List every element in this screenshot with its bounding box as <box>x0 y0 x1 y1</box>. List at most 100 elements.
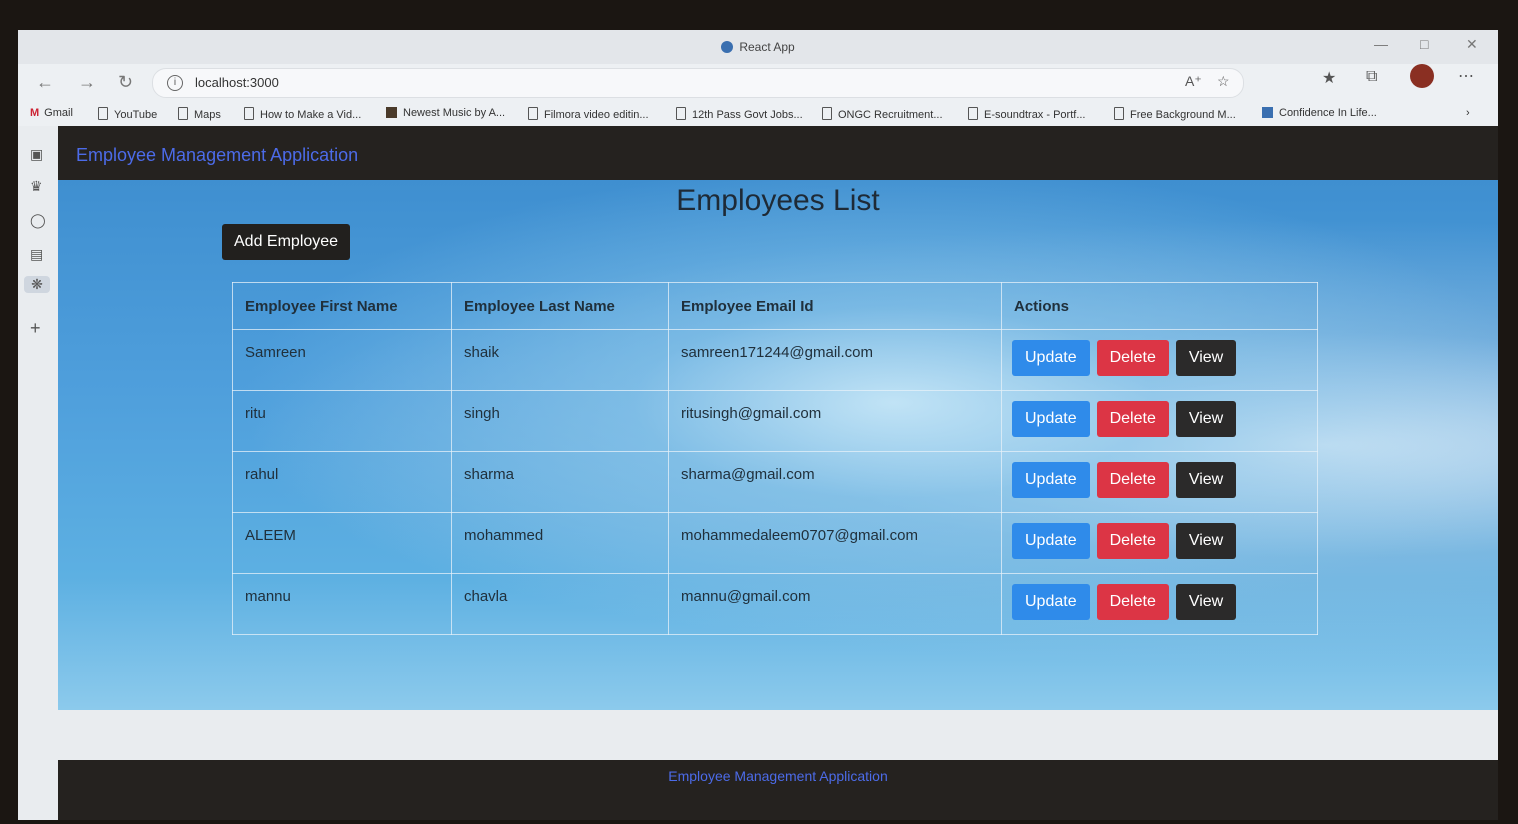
thumbnail-icon <box>1262 107 1273 118</box>
bookmark-label: Maps <box>194 109 221 121</box>
column-header: Employee Email Id <box>668 282 1002 330</box>
teams-icon[interactable]: ♛ <box>30 178 43 195</box>
first-name-cell: Samreen <box>232 329 452 391</box>
view-button[interactable]: View <box>1175 523 1237 559</box>
address-bar[interactable]: i localhost:3000 A⁺ ☆ <box>152 68 1244 98</box>
page-icon <box>676 107 686 120</box>
bookmark-youtube[interactable]: YouTube <box>98 107 157 121</box>
table-row: ritu singh ritusingh@gmail.com Update Del… <box>232 390 1318 452</box>
react-logo-icon <box>721 41 734 53</box>
actions-cell: Update Delete View <box>1001 390 1318 452</box>
table-row: Samreen shaik samreen171244@gmail.com Up… <box>232 329 1318 391</box>
bookmark-label: 12th Pass Govt Jobs... <box>692 109 803 121</box>
page-icon <box>1114 107 1124 120</box>
table-row: ALEEM mohammed mohammedaleem0707@gmail.c… <box>232 512 1318 574</box>
bookmark-label: Free Background M... <box>1130 109 1236 121</box>
github-icon[interactable]: ◯ <box>30 212 46 229</box>
last-name-cell: shaik <box>451 329 669 391</box>
gmail-icon: M <box>30 107 40 119</box>
bookmark-how-to[interactable]: How to Make a Vid... <box>244 107 361 121</box>
actions-cell: Update Delete View <box>1001 512 1318 574</box>
page-icon <box>968 107 978 120</box>
site-info-icon[interactable]: i <box>167 75 183 91</box>
address-row: ← → ↻ i localhost:3000 A⁺ ☆ ★ ⧉ ⋯ <box>18 64 1498 102</box>
app-viewport: Employee Management Application Employee… <box>58 126 1498 820</box>
last-name-cell: chavla <box>451 573 669 635</box>
footer-text: Employee Management Application <box>668 768 888 784</box>
employees-table: Employee First Name Employee Last Name E… <box>232 282 1318 635</box>
delete-button[interactable]: Delete <box>1096 340 1169 376</box>
table-row: mannu chavla mannu@gmail.com Update Delet… <box>232 573 1318 635</box>
page-icon <box>822 107 832 120</box>
page-icon <box>528 107 538 120</box>
refresh-icon[interactable]: ↻ <box>118 72 133 93</box>
column-header: Actions <box>1001 282 1318 330</box>
view-button[interactable]: View <box>1175 401 1237 437</box>
bookmark-govt-jobs[interactable]: 12th Pass Govt Jobs... <box>676 107 803 121</box>
bookmark-filmora[interactable]: Filmora video editin... <box>528 107 649 121</box>
last-name-cell: sharma <box>451 451 669 513</box>
first-name-cell: rahul <box>232 451 452 513</box>
email-cell: ritusingh@gmail.com <box>668 390 1002 452</box>
first-name-cell: ritu <box>232 390 452 452</box>
bookmark-label: Filmora video editin... <box>544 109 649 121</box>
bookmark-ongc[interactable]: ONGC Recruitment... <box>822 107 943 121</box>
page-icon <box>98 107 108 120</box>
first-name-cell: mannu <box>232 573 452 635</box>
window-title: React App <box>18 40 1498 54</box>
bookmark-confidence[interactable]: Confidence In Life... <box>1262 107 1377 119</box>
react-tab-icon[interactable]: ❋ <box>24 276 50 293</box>
delete-button[interactable]: Delete <box>1096 523 1169 559</box>
page-title: Employees List <box>676 184 880 217</box>
tabs-icon[interactable]: ▣ <box>30 146 43 163</box>
bookmarks-bar: M Gmail YouTube Maps How to Make a Vid...… <box>18 102 1498 126</box>
app-navbar: Employee Management Application <box>58 126 1498 180</box>
update-button[interactable]: Update <box>1012 462 1090 498</box>
minimize-icon[interactable]: — <box>1374 36 1388 52</box>
update-button[interactable]: Update <box>1012 584 1090 620</box>
bookmark-background[interactable]: Free Background M... <box>1114 107 1236 121</box>
close-icon[interactable]: ✕ <box>1466 36 1478 53</box>
update-button[interactable]: Update <box>1012 340 1090 376</box>
update-button[interactable]: Update <box>1012 523 1090 559</box>
actions-cell: Update Delete View <box>1001 329 1318 391</box>
view-button[interactable]: View <box>1175 462 1237 498</box>
bookmark-esoundtrax[interactable]: E-soundtrax - Portf... <box>968 107 1085 121</box>
collections-icon[interactable]: ⧉ <box>1366 68 1377 86</box>
add-favorite-icon[interactable]: ☆ <box>1217 73 1230 90</box>
table-header-row: Employee First Name Employee Last Name E… <box>232 282 1318 330</box>
actions-cell: Update Delete View <box>1001 451 1318 513</box>
actions-cell: Update Delete View <box>1001 573 1318 635</box>
last-name-cell: singh <box>451 390 669 452</box>
bookmarks-more-icon[interactable]: › <box>1466 107 1470 119</box>
add-icon[interactable]: + <box>30 318 41 339</box>
url-text[interactable]: localhost:3000 <box>195 75 279 90</box>
update-button[interactable]: Update <box>1012 401 1090 437</box>
bookmark-label: How to Make a Vid... <box>260 109 362 121</box>
bookmark-music[interactable]: Newest Music by A... <box>386 107 505 119</box>
page-icon <box>178 107 188 120</box>
profile-avatar[interactable] <box>1410 64 1434 88</box>
calendar-icon[interactable]: ▤ <box>30 246 43 263</box>
first-name-cell: ALEEM <box>232 512 452 574</box>
view-button[interactable]: View <box>1175 340 1237 376</box>
delete-button[interactable]: Delete <box>1096 401 1169 437</box>
more-menu-icon[interactable]: ⋯ <box>1458 66 1474 86</box>
maximize-icon[interactable]: □ <box>1420 36 1428 52</box>
view-button[interactable]: View <box>1175 584 1237 620</box>
window-title-text: React App <box>739 40 795 54</box>
bookmark-maps[interactable]: Maps <box>178 107 221 121</box>
delete-button[interactable]: Delete <box>1096 462 1169 498</box>
favorites-icon[interactable]: ★ <box>1322 68 1336 88</box>
add-employee-button[interactable]: Add Employee <box>222 224 351 260</box>
forward-icon[interactable]: → <box>78 72 96 93</box>
back-icon[interactable]: ← <box>36 72 54 93</box>
read-aloud-icon[interactable]: A⁺ <box>1185 73 1202 90</box>
delete-button[interactable]: Delete <box>1096 584 1169 620</box>
bookmark-gmail[interactable]: M Gmail <box>30 107 73 119</box>
email-cell: mohammedaleem0707@gmail.com <box>668 512 1002 574</box>
last-name-cell: mohammed <box>451 512 669 574</box>
email-cell: mannu@gmail.com <box>668 573 1002 635</box>
main-content: Employees List Add Employee Employee Fir… <box>58 180 1498 710</box>
navbar-brand[interactable]: Employee Management Application <box>76 145 358 166</box>
